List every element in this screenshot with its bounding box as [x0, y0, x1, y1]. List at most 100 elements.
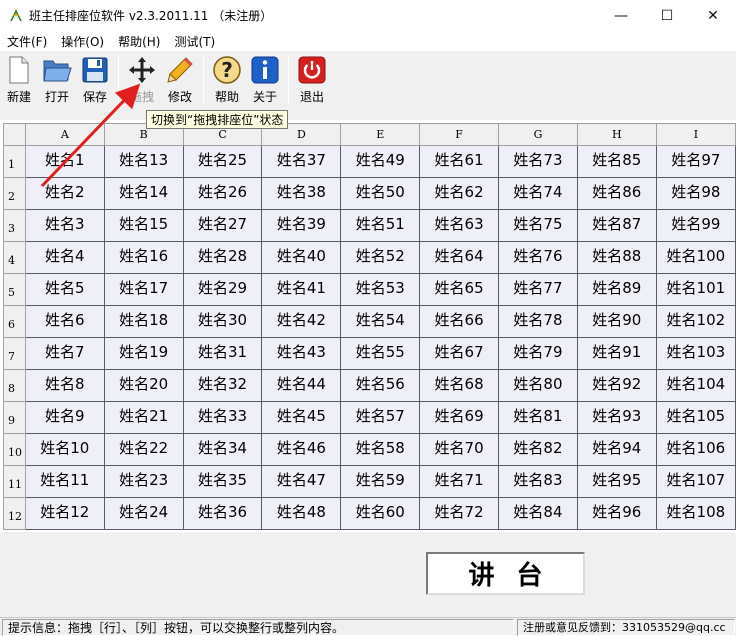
seat-cell[interactable]: 姓名102: [655, 305, 736, 338]
seat-cell[interactable]: 姓名23: [103, 465, 184, 498]
seat-cell[interactable]: 姓名72: [419, 497, 500, 530]
seat-cell[interactable]: 姓名100: [655, 241, 736, 274]
seat-cell[interactable]: 姓名108: [655, 497, 736, 530]
row-header[interactable]: 6: [3, 305, 26, 338]
seat-cell[interactable]: 姓名82: [498, 433, 578, 466]
row-header[interactable]: 3: [3, 209, 26, 242]
seat-cell[interactable]: 姓名106: [655, 433, 736, 466]
open-button[interactable]: 打开: [38, 51, 76, 107]
seat-cell[interactable]: 姓名44: [261, 369, 342, 402]
seat-cell[interactable]: 姓名27: [182, 209, 263, 242]
seat-cell[interactable]: 姓名55: [340, 337, 421, 370]
seat-cell[interactable]: 姓名49: [340, 145, 421, 178]
seat-cell[interactable]: 姓名90: [576, 305, 657, 338]
seat-cell[interactable]: 姓名86: [576, 177, 657, 210]
seat-cell[interactable]: 姓名3: [24, 209, 105, 242]
exit-button[interactable]: 退出: [293, 51, 331, 107]
seat-cell[interactable]: 姓名67: [419, 337, 500, 370]
seat-cell[interactable]: 姓名65: [419, 273, 500, 306]
seat-cell[interactable]: 姓名8: [24, 369, 105, 402]
seat-cell[interactable]: 姓名51: [340, 209, 421, 242]
seat-cell[interactable]: 姓名74: [498, 177, 578, 210]
seat-cell[interactable]: 姓名54: [340, 305, 421, 338]
seat-cell[interactable]: 姓名80: [498, 369, 578, 402]
seat-cell[interactable]: 姓名57: [340, 401, 421, 434]
seat-cell[interactable]: 姓名2: [24, 177, 105, 210]
seat-cell[interactable]: 姓名47: [261, 465, 342, 498]
seat-cell[interactable]: 姓名6: [24, 305, 105, 338]
seat-cell[interactable]: 姓名25: [182, 145, 263, 178]
seat-cell[interactable]: 姓名58: [340, 433, 421, 466]
seat-cell[interactable]: 姓名16: [103, 241, 184, 274]
seat-cell[interactable]: 姓名29: [182, 273, 263, 306]
seat-cell[interactable]: 姓名34: [182, 433, 263, 466]
seat-cell[interactable]: 姓名1: [24, 145, 105, 178]
seat-cell[interactable]: 姓名92: [576, 369, 657, 402]
seat-cell[interactable]: 姓名22: [103, 433, 184, 466]
seat-cell[interactable]: 姓名12: [24, 497, 105, 530]
column-header[interactable]: F: [419, 123, 500, 146]
seat-cell[interactable]: 姓名87: [576, 209, 657, 242]
new-button[interactable]: 新建: [0, 51, 38, 107]
seat-cell[interactable]: 姓名63: [419, 209, 500, 242]
seat-cell[interactable]: 姓名9: [24, 401, 105, 434]
row-header[interactable]: 1: [3, 145, 26, 178]
maximize-button[interactable]: ☐: [644, 0, 690, 31]
seat-cell[interactable]: 姓名40: [261, 241, 342, 274]
menu-operate[interactable]: 操作(O): [54, 33, 111, 50]
seat-cell[interactable]: 姓名39: [261, 209, 342, 242]
row-header[interactable]: 2: [3, 177, 26, 210]
seat-cell[interactable]: 姓名26: [182, 177, 263, 210]
seat-cell[interactable]: 姓名91: [576, 337, 657, 370]
seat-cell[interactable]: 姓名75: [498, 209, 578, 242]
seat-cell[interactable]: 姓名52: [340, 241, 421, 274]
seat-cell[interactable]: 姓名11: [24, 465, 105, 498]
seat-cell[interactable]: 姓名32: [182, 369, 263, 402]
seat-cell[interactable]: 姓名46: [261, 433, 342, 466]
seat-cell[interactable]: 姓名30: [182, 305, 263, 338]
seat-cell[interactable]: 姓名68: [419, 369, 500, 402]
seat-cell[interactable]: 姓名93: [576, 401, 657, 434]
seat-cell[interactable]: 姓名64: [419, 241, 500, 274]
seat-cell[interactable]: 姓名37: [261, 145, 342, 178]
seat-cell[interactable]: 姓名95: [576, 465, 657, 498]
seat-cell[interactable]: 姓名17: [103, 273, 184, 306]
row-header[interactable]: 11: [3, 465, 26, 498]
seat-cell[interactable]: 姓名4: [24, 241, 105, 274]
seat-cell[interactable]: 姓名5: [24, 273, 105, 306]
menu-file[interactable]: 文件(F): [0, 33, 54, 50]
seat-cell[interactable]: 姓名36: [182, 497, 263, 530]
seat-cell[interactable]: 姓名97: [655, 145, 736, 178]
seat-cell[interactable]: 姓名53: [340, 273, 421, 306]
seat-cell[interactable]: 姓名66: [419, 305, 500, 338]
menu-test[interactable]: 测试(T): [167, 33, 222, 50]
about-button[interactable]: 关于: [246, 51, 284, 107]
row-header[interactable]: 8: [3, 369, 26, 402]
seat-cell[interactable]: 姓名35: [182, 465, 263, 498]
seat-cell[interactable]: 姓名14: [103, 177, 184, 210]
seat-cell[interactable]: 姓名104: [655, 369, 736, 402]
seat-cell[interactable]: 姓名71: [419, 465, 500, 498]
edit-button[interactable]: 修改: [161, 51, 199, 107]
seat-cell[interactable]: 姓名83: [498, 465, 578, 498]
seat-cell[interactable]: 姓名70: [419, 433, 500, 466]
seat-cell[interactable]: 姓名81: [498, 401, 578, 434]
row-header[interactable]: 10: [3, 433, 26, 466]
seat-cell[interactable]: 姓名28: [182, 241, 263, 274]
drag-button[interactable]: 拖拽: [123, 51, 161, 107]
seat-cell[interactable]: 姓名89: [576, 273, 657, 306]
seat-cell[interactable]: 姓名19: [103, 337, 184, 370]
seat-cell[interactable]: 姓名73: [498, 145, 578, 178]
seat-cell[interactable]: 姓名48: [261, 497, 342, 530]
seat-cell[interactable]: 姓名13: [103, 145, 184, 178]
row-header[interactable]: 7: [3, 337, 26, 370]
seat-cell[interactable]: 姓名21: [103, 401, 184, 434]
seat-cell[interactable]: 姓名18: [103, 305, 184, 338]
row-header[interactable]: 12: [3, 497, 26, 530]
seat-cell[interactable]: 姓名24: [103, 497, 184, 530]
close-button[interactable]: ✕: [690, 0, 736, 31]
seat-cell[interactable]: 姓名10: [24, 433, 105, 466]
save-button[interactable]: 保存: [76, 51, 114, 107]
seat-cell[interactable]: 姓名50: [340, 177, 421, 210]
seat-cell[interactable]: 姓名20: [103, 369, 184, 402]
